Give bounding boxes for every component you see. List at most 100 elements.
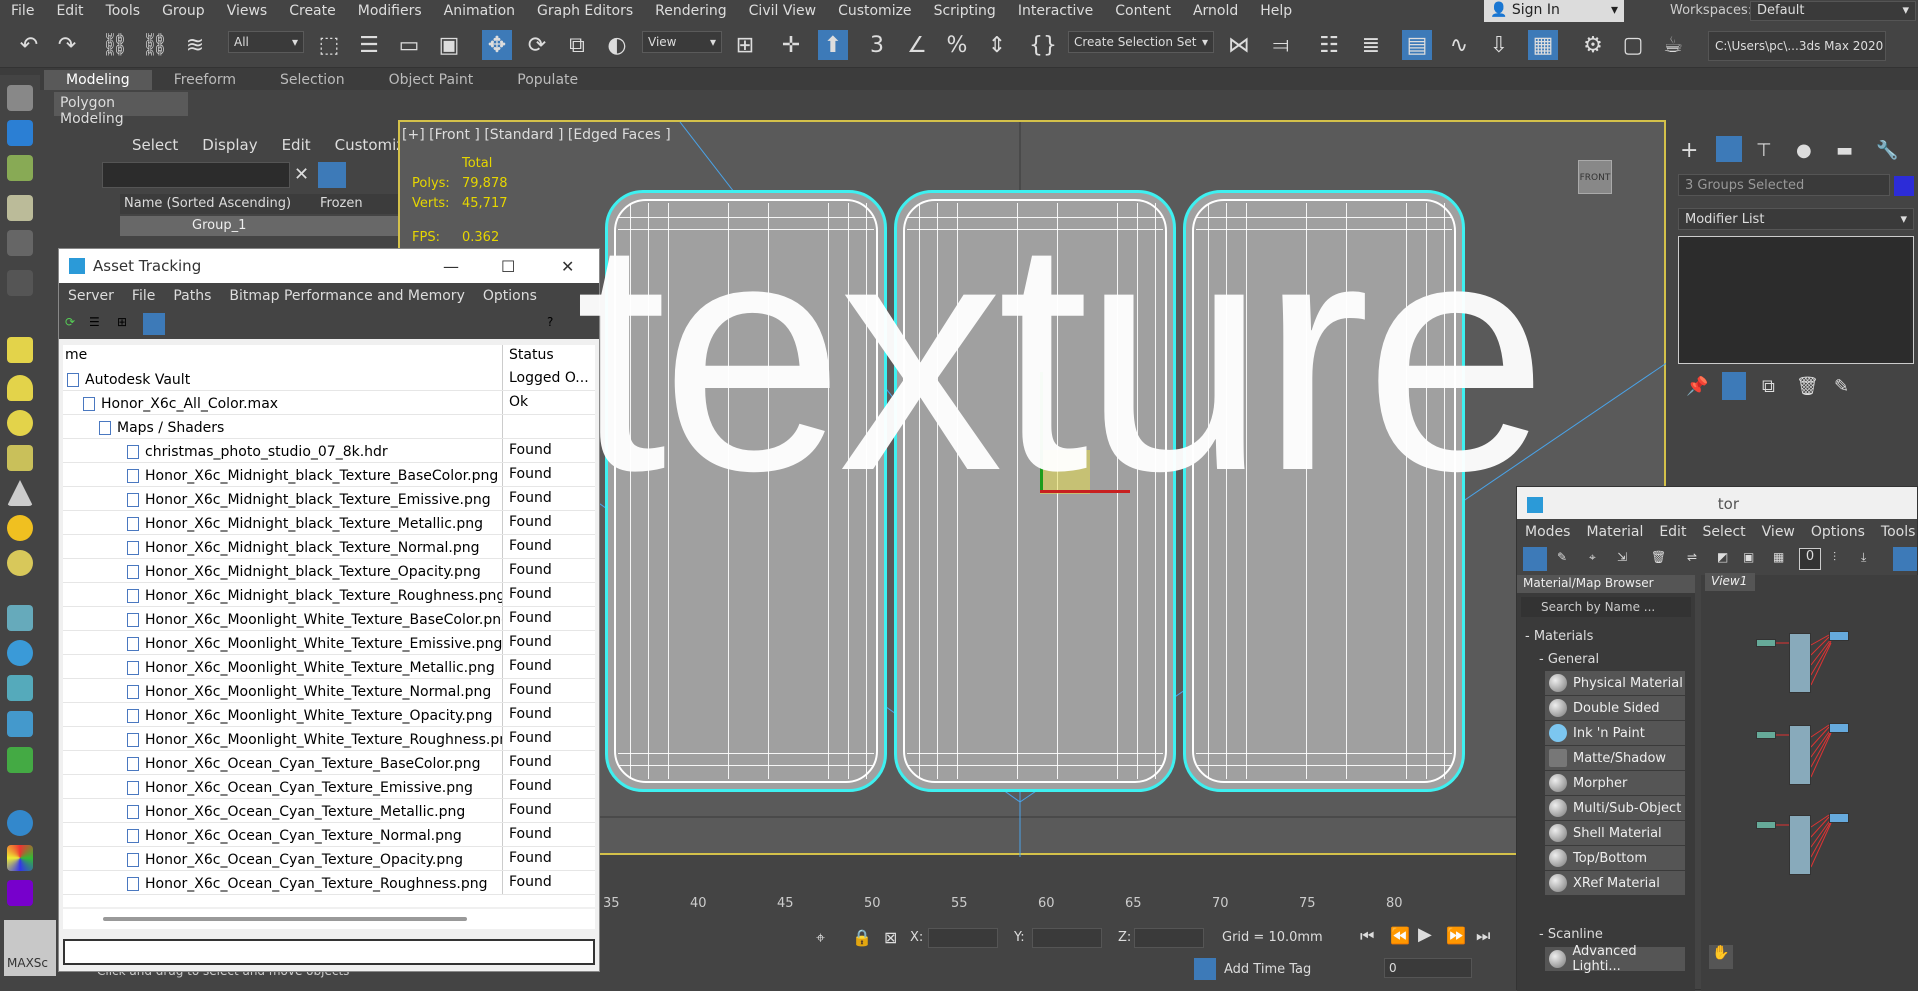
display-tab-icon[interactable]: ▬ (1836, 140, 1853, 161)
phone-model[interactable] (605, 190, 887, 792)
asset-row[interactable]: Honor_X6c_Moonlight_White_Texture_Normal… (63, 679, 595, 703)
plane-icon[interactable] (7, 337, 33, 363)
make-unique-icon[interactable]: ⧉ (1762, 376, 1775, 397)
light-icon[interactable] (7, 195, 33, 221)
asset-row[interactable]: christmas_photo_studio_07_8k.hdr Found (63, 439, 595, 463)
grid-icon[interactable] (7, 605, 33, 631)
schematic-view-icon[interactable]: ⇩ (1484, 30, 1514, 60)
bind-space-warp-icon[interactable]: ≋ (180, 30, 210, 60)
pan-hand-icon[interactable]: ✋ (1709, 945, 1733, 969)
help-icon[interactable]: ? (547, 315, 553, 329)
menu-item[interactable]: Graph Editors (526, 3, 644, 19)
spinner-snap-icon[interactable]: ⇕ (982, 30, 1012, 60)
slate-menu-item[interactable]: Options (1803, 524, 1873, 540)
asset-menu-item[interactable]: Server (59, 288, 123, 304)
maxscript-listener[interactable]: MAXSc (4, 920, 56, 976)
y-coord-input[interactable] (1032, 928, 1102, 948)
configure-modifier-sets-icon[interactable]: ✎ (1834, 376, 1849, 397)
graph-node[interactable] (1829, 723, 1849, 733)
material-item[interactable]: Top/Bottom (1545, 846, 1685, 870)
unlink-icon[interactable]: ⛓ (140, 30, 170, 60)
manipulate-icon[interactable]: ✛ (776, 30, 806, 60)
show-background-icon[interactable]: ▣ (1743, 550, 1754, 564)
link-icon[interactable]: ⛓ (100, 30, 130, 60)
viewcube[interactable]: FRONT (1578, 160, 1612, 194)
asset-row[interactable]: Honor_X6c_Moonlight_White_Texture_Metall… (63, 655, 595, 679)
material-editor-icon[interactable]: ▦ (1528, 30, 1558, 60)
utilities-tab-icon[interactable]: 🔧 (1876, 140, 1898, 161)
slate-menu-item[interactable]: Edit (1651, 524, 1694, 540)
menu-item[interactable]: Tools (95, 3, 152, 19)
scale-icon[interactable]: ⧉ (562, 30, 592, 60)
goto-end-icon[interactable]: ⏭ (1476, 926, 1490, 946)
material-item[interactable]: Multi/Sub-Object (1545, 796, 1685, 820)
material-id-field[interactable]: 0 (1799, 548, 1821, 570)
material-item[interactable]: Physical Material (1545, 671, 1685, 695)
video-camera-icon[interactable] (7, 270, 33, 296)
sun-icon[interactable] (7, 515, 33, 541)
percent-snap-icon[interactable]: % (942, 30, 972, 60)
asset-row[interactable]: Honor_X6c_Midnight_black_Texture_Roughne… (63, 583, 595, 607)
ribbon-tab[interactable]: Selection (258, 70, 367, 90)
checker-icon[interactable]: ▦ (1773, 550, 1784, 564)
object-color-swatch[interactable] (1894, 176, 1914, 196)
graph-node[interactable] (1789, 633, 1811, 693)
hemisphere-icon[interactable] (7, 375, 33, 401)
teapot-icon[interactable] (7, 85, 33, 111)
globe-icon[interactable] (7, 810, 33, 836)
modifier-stack[interactable] (1678, 236, 1914, 364)
toggle-scene-explorer-icon[interactable]: ☷ (1314, 30, 1344, 60)
isolate-selection-icon[interactable]: ⌖ (816, 928, 825, 948)
select-move-icon[interactable]: ✥ (482, 30, 512, 60)
menu-item[interactable]: Rendering (644, 3, 738, 19)
rendered-frame-window-icon[interactable]: ▢ (1618, 30, 1648, 60)
menu-item[interactable]: Group (151, 3, 216, 19)
ribbon-tab[interactable]: Modeling (44, 70, 152, 90)
slate-menu-item[interactable]: Tools (1873, 524, 1918, 540)
graph-node[interactable] (1789, 725, 1811, 785)
select-object-icon[interactable]: ⬚ (314, 30, 344, 60)
curve-editor-icon[interactable]: ∿ (1444, 30, 1474, 60)
modifier-list-dropdown[interactable]: Modifier List ▾ (1678, 208, 1914, 230)
select-tool-icon[interactable] (1523, 547, 1547, 571)
show-map-icon[interactable]: ◩ (1717, 550, 1728, 564)
mirror-icon[interactable]: ⋈ (1224, 30, 1254, 60)
ref-coord-dropdown[interactable]: View ▾ (642, 31, 722, 53)
camera-icon[interactable] (7, 230, 33, 256)
graph-node[interactable] (1756, 731, 1776, 739)
menu-item[interactable]: Help (1249, 3, 1303, 19)
render-production-icon[interactable]: ☕ (1658, 30, 1688, 60)
graph-node[interactable] (1756, 639, 1776, 647)
z-coord-input[interactable] (1134, 928, 1204, 948)
delete-icon[interactable]: 🗑 (1651, 550, 1666, 564)
script-icon[interactable] (7, 880, 33, 906)
goto-start-icon[interactable]: ⏮ (1360, 926, 1374, 946)
asset-tracking-titlebar[interactable]: Asset Tracking — ☐ ✕ (59, 249, 599, 283)
slate-menu-item[interactable]: Select (1694, 524, 1753, 540)
close-icon[interactable]: ✕ (561, 257, 574, 276)
pin-stack-icon[interactable]: 📌 (1686, 376, 1708, 397)
teapot-primitive-icon[interactable] (7, 445, 33, 471)
layout-children-icon[interactable]: ⤓ (1861, 550, 1866, 565)
named-selection-icon[interactable]: {} (1028, 30, 1058, 60)
absolute-mode-icon[interactable]: ⊠ (884, 928, 897, 947)
palette-icon[interactable] (7, 845, 33, 871)
layout-icon[interactable]: ⫶ (1833, 550, 1836, 565)
asset-row[interactable]: Honor_X6c_Ocean_Cyan_Texture_BaseColor.p… (63, 751, 595, 775)
half-sphere-icon[interactable] (7, 640, 33, 666)
workspace-select[interactable]: Default ▾ (1750, 1, 1916, 21)
asset-row[interactable]: Honor_X6c_Moonlight_White_Texture_Opacit… (63, 703, 595, 727)
menu-item[interactable]: Edit (45, 3, 94, 19)
general-category[interactable]: - General (1517, 648, 1695, 671)
viewport-label[interactable]: [+] [Front ] [Standard ] [Edged Faces ] (402, 127, 671, 143)
materials-category[interactable]: - Materials (1517, 625, 1695, 648)
asset-row[interactable]: Honor_X6c_Midnight_black_Texture_Emissiv… (63, 487, 595, 511)
filter-icon[interactable] (318, 162, 346, 188)
browser-toggle-icon[interactable] (1893, 547, 1917, 571)
menu-item[interactable]: File (0, 3, 45, 19)
sphere-icon[interactable] (7, 550, 33, 576)
material-item[interactable]: Advanced Lighti... (1545, 944, 1685, 974)
material-item[interactable]: Shell Material (1545, 821, 1685, 845)
ribbon-tab[interactable]: Freeform (152, 70, 258, 90)
remove-modifier-icon[interactable]: 🗑 (1796, 376, 1819, 397)
